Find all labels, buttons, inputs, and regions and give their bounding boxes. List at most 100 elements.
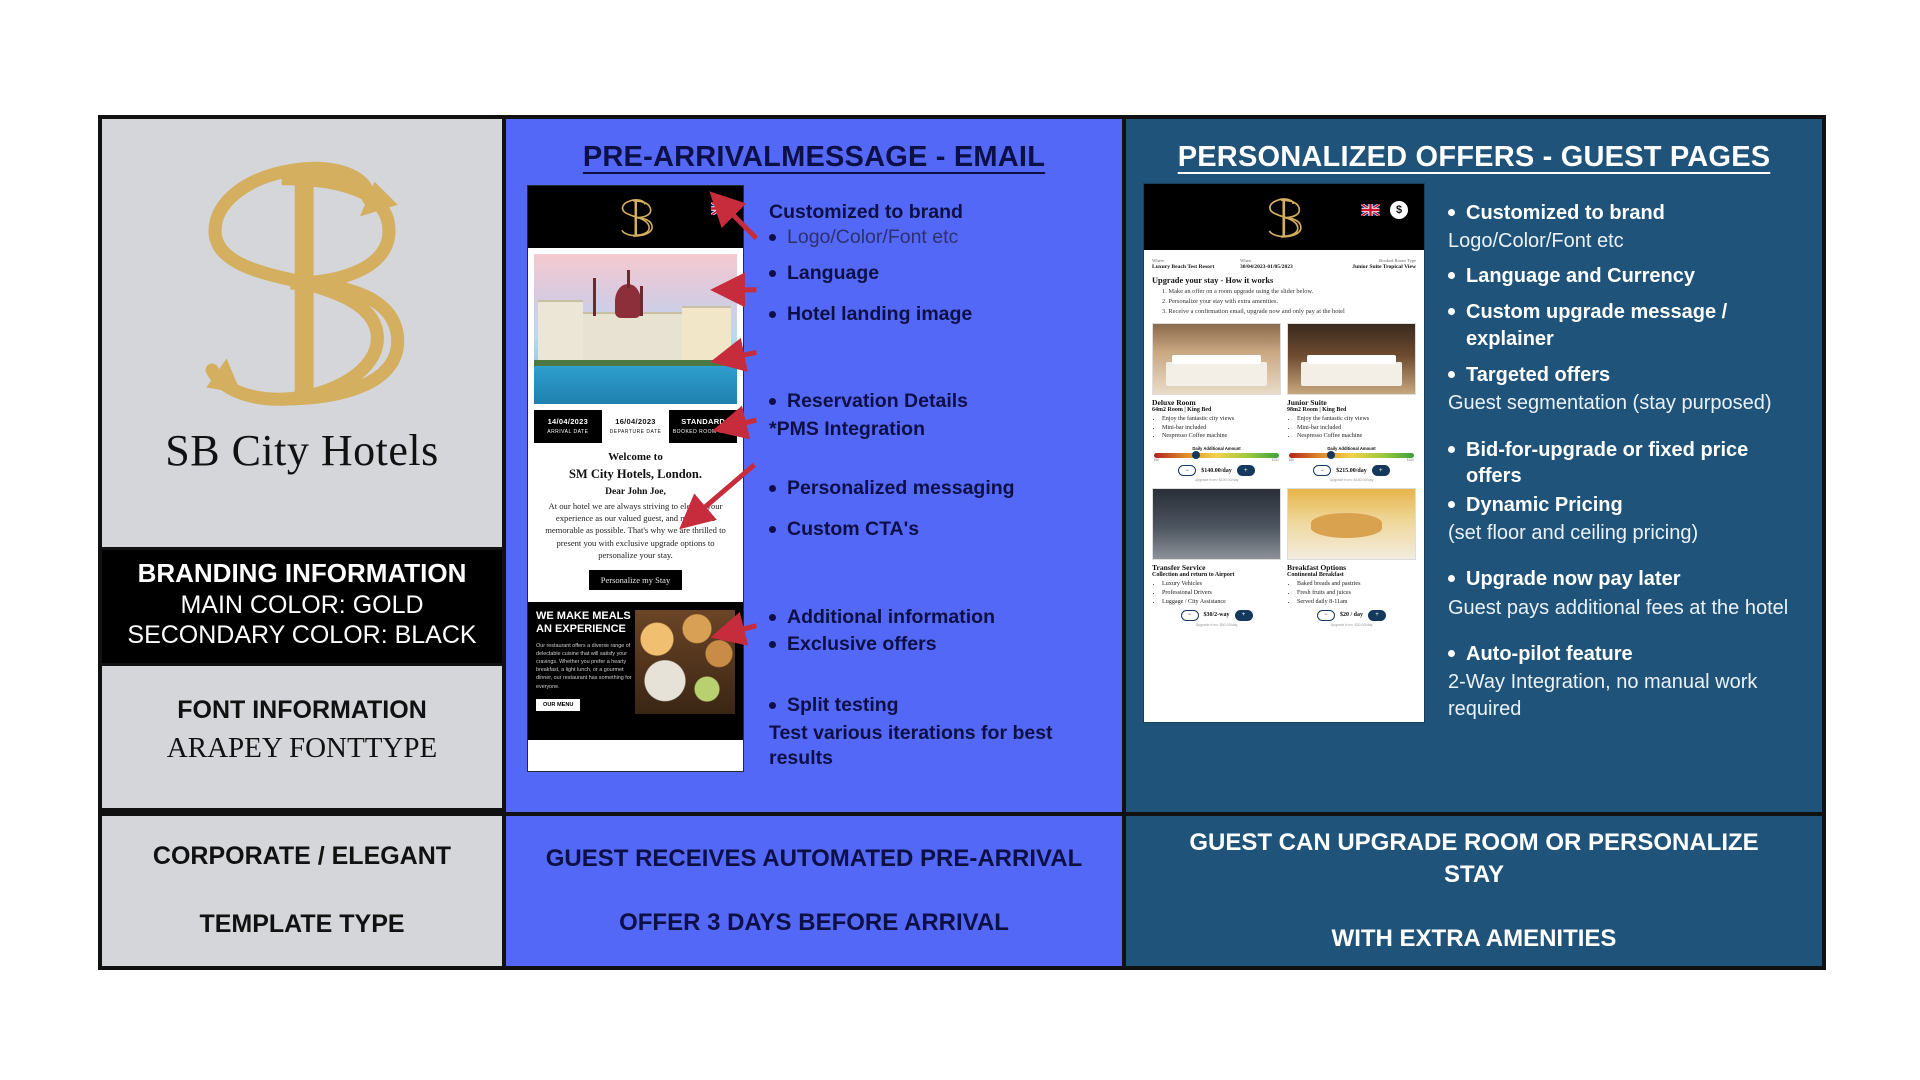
bullet-dot-icon <box>1448 308 1455 316</box>
step-1: 1. Make an offer on a room upgrade using… <box>1162 288 1314 295</box>
bullet-dot-icon <box>769 613 776 621</box>
branding-information-band: BRANDING INFORMATION MAIN COLOR: GOLD SE… <box>102 547 502 666</box>
font-information-value: ARAPEY FONTTYPE <box>166 732 438 765</box>
bullet-exclusive-offers: Exclusive offers <box>769 632 1114 657</box>
decrement-button[interactable]: − <box>1316 609 1335 621</box>
deluxe-room-photo <box>1152 322 1281 395</box>
bullet-personalized-messaging: Personalized messaging <box>769 476 1114 501</box>
bullet-label: Language <box>787 261 880 284</box>
departure-date-label: DEPARTURE DATE <box>609 429 662 435</box>
slider-min: $60 <box>1154 458 1160 463</box>
decrement-button[interactable]: − <box>1178 465 1197 477</box>
offer-cards-row-2: Transfer Service Collection and return t… <box>1144 482 1424 627</box>
bullet-reservation-details: Reservation Details <box>769 389 1114 414</box>
offer-card[interactable]: Breakfast Options Continental Breakfast … <box>1287 488 1416 627</box>
bullet-label: Auto-pilot feature <box>1466 643 1633 666</box>
bullet-label: Hotel landing image <box>787 303 973 326</box>
offer-card[interactable]: Junior Suite 98m2 Room | King Bed Enjoy … <box>1287 322 1416 483</box>
decrement-button[interactable]: − <box>1180 609 1199 621</box>
bullet-dot-icon <box>769 311 776 319</box>
feature: Nespresso Coffee machine <box>1297 432 1416 441</box>
bullet-dot-icon <box>769 702 776 710</box>
upgrade-note: Upgrade from: $180.00/day <box>1329 478 1374 483</box>
bullet-label: Exclusive offers <box>787 633 937 656</box>
our-menu-button[interactable]: OUR MENU <box>536 698 581 711</box>
guest-page-meta: Where Luxury Beach Test Resort When 30/0… <box>1144 250 1424 270</box>
bullet-label: Personalized messaging <box>787 477 1015 500</box>
bullet-dot-icon <box>769 485 776 493</box>
slider-knob[interactable] <box>1326 451 1335 460</box>
price-slider[interactable] <box>1289 451 1414 460</box>
bullet-label: Custom upgrade message / explainer <box>1466 301 1728 350</box>
price-value: $140.00/day <box>1201 467 1232 474</box>
offers-body: $ Where Luxury Beach Test Resort When 30… <box>1126 174 1822 723</box>
offer-card-title: Junior Suite <box>1287 397 1327 407</box>
bullet-label: Dynamic Pricing <box>1466 493 1623 516</box>
feature: Mini-bar included <box>1162 424 1281 433</box>
bullet-label: Language and Currency <box>1466 264 1695 287</box>
sb-monogram-logo <box>1268 198 1302 238</box>
meta-room-type: Booked Room Type Junior Suite Tropical V… <box>1328 258 1416 270</box>
price-stepper: − $215.00/day + <box>1287 465 1416 477</box>
uk-flag-icon[interactable] <box>1361 204 1380 216</box>
upgrade-note: Upgrade from: $30.00/day <box>1330 622 1373 627</box>
room-type-value: STANDARD <box>681 417 726 426</box>
increment-button[interactable]: + <box>1368 609 1386 621</box>
bullet-guest-pays-fees: Guest pays additional fees at the hotel <box>1448 596 1789 619</box>
bullet-two-way-integration: 2-Way Integration, no manual work requir… <box>1448 671 1758 720</box>
offer-cards-row-1: Deluxe Room 64m2 Room | King Bed Enjoy t… <box>1144 317 1424 482</box>
bullet-label: Split testing <box>787 694 899 717</box>
branding-column: SB City Hotels BRANDING INFORMATION MAIN… <box>102 119 506 812</box>
increment-button[interactable]: + <box>1371 465 1390 477</box>
slider-knob[interactable] <box>1191 451 1200 460</box>
offer-card[interactable]: Transfer Service Collection and return t… <box>1152 488 1281 627</box>
offer-card-subtitle: Continental Breakfast <box>1287 572 1344 579</box>
offer-card-features: Luxury Vehicles Professional Drivers Lug… <box>1162 580 1281 606</box>
offer-card[interactable]: Deluxe Room 64m2 Room | King Bed Enjoy t… <box>1152 322 1281 482</box>
top-row: SB City Hotels BRANDING INFORMATION MAIN… <box>102 119 1822 812</box>
dollar-coin-icon[interactable]: $ <box>1390 201 1408 219</box>
template-type-cell: CORPORATE / ELEGANT TEMPLATE TYPE <box>102 816 506 966</box>
bullet-label: Additional information <box>787 605 995 628</box>
bullet-custom-ctas: Custom CTA's <box>769 517 1114 542</box>
footer-heading: WE MAKE MEALS AN EXPERIENCE <box>536 610 631 635</box>
welcome-block: Welcome to SM City Hotels, London. Dear … <box>528 443 743 561</box>
step-3: 3. Receive a confirmation email, upgrade… <box>1162 307 1345 315</box>
bullet-dot-icon <box>1448 271 1455 279</box>
email-body-copy: At our hotel we are always striving to e… <box>545 501 726 560</box>
feature: Professional Drivers <box>1162 589 1281 598</box>
comparison-board: SB City Hotels BRANDING INFORMATION MAIN… <box>98 115 1826 970</box>
increment-button[interactable]: + <box>1234 609 1253 621</box>
personalize-my-stay-button[interactable]: Personalize my Stay <box>588 570 683 591</box>
price-slider[interactable] <box>1154 451 1279 460</box>
feature: Luxury Vehicles <box>1162 580 1281 589</box>
upgrade-note: Upgrade from: $60.00/day <box>1195 622 1238 627</box>
bullet-language: Language <box>769 261 1114 286</box>
increment-button[interactable]: + <box>1236 465 1255 477</box>
bullet-dot-icon <box>1448 575 1455 583</box>
bullet-guest-segmentation: Guest segmentation (stay purposed) <box>1448 392 1772 415</box>
price-stepper: − $30/2-way + <box>1152 609 1281 621</box>
junior-suite-photo <box>1287 322 1416 395</box>
bullet-label: Custom CTA's <box>787 518 920 541</box>
hotel-landing-image <box>534 254 737 404</box>
offer-card-subtitle: 64m2 Room | King Bed <box>1152 406 1212 413</box>
slider-min: $80 <box>1289 458 1295 463</box>
breakfast-photo <box>1287 488 1416 561</box>
decrement-button[interactable]: − <box>1313 465 1332 477</box>
arrival-date-value: 14/04/2023 <box>547 417 589 426</box>
bullet-label: Reservation Details <box>787 390 968 413</box>
email-bottom-line1: GUEST RECEIVES AUTOMATED PRE-ARRIVAL <box>545 845 1083 873</box>
bullet-dynamic-pricing: Dynamic Pricing <box>1448 492 1792 518</box>
salutation: Dear John Joe, <box>605 487 666 497</box>
template-type-line2: TEMPLATE TYPE <box>199 909 405 938</box>
offer-card-subtitle: Collection and return to Airport <box>1152 572 1235 579</box>
bullet-dot-icon <box>769 234 776 242</box>
bullet-targeted-offers: Targeted offers <box>1448 362 1792 388</box>
bullet-dot-icon <box>769 269 776 277</box>
bullet-custom-upgrade-message: Custom upgrade message / explainer <box>1448 299 1792 352</box>
bullet-dot-icon <box>1448 209 1455 216</box>
bullet-auto-pilot-feature: Auto-pilot feature <box>1448 641 1792 667</box>
feature: Fresh fruits and juices <box>1297 589 1416 598</box>
price-value: $30/2-way <box>1203 612 1230 619</box>
